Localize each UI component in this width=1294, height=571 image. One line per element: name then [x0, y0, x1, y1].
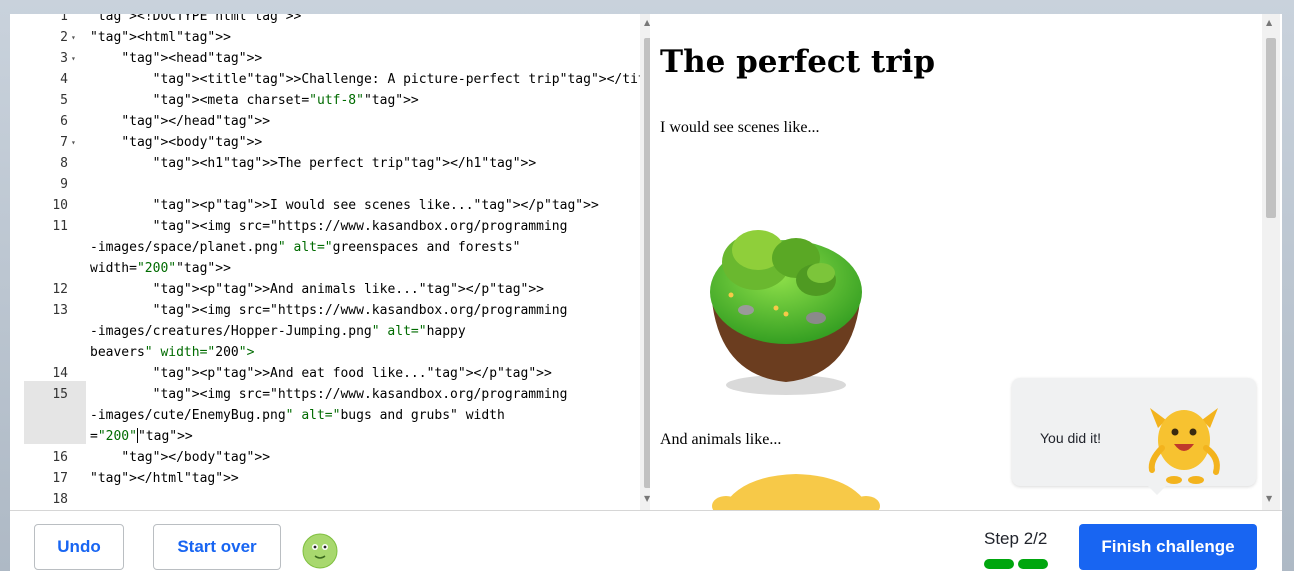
line-number: 9	[60, 177, 68, 192]
line-number: 8	[60, 156, 68, 171]
code-text[interactable]: beavers" width="200">	[90, 342, 254, 363]
code-text[interactable]: "tag"><body"tag">>	[90, 132, 262, 153]
fold-arrow-icon[interactable]: ▾	[71, 27, 76, 48]
code-text[interactable]: "tag"><!DOCTYPE html"tag">>	[90, 14, 301, 27]
step-progress-2	[1018, 559, 1048, 569]
code-text[interactable]: "tag"><title"tag">>Challenge: A picture-…	[90, 69, 660, 90]
line-number: 1	[60, 14, 68, 24]
code-text[interactable]: "tag"></html"tag">>	[90, 468, 239, 489]
code-text[interactable]: "tag"><img src="https://www.kasandbox.or…	[90, 384, 568, 405]
code-line[interactable]: -images/cute/EnemyBug.png" alt="bugs and…	[24, 405, 634, 426]
code-text[interactable]: "tag"><html"tag">>	[90, 27, 231, 48]
preview-paragraph-animals: And animals like...	[660, 431, 782, 448]
code-line[interactable]: 8 "tag"><h1"tag">>The perfect trip"tag">…	[24, 153, 634, 174]
code-text[interactable]: "tag"><p"tag">>I would see scenes like..…	[90, 195, 599, 216]
toast-message: You did it!	[1040, 430, 1101, 446]
line-number: 18	[52, 492, 68, 507]
code-line[interactable]: 2 ▾ "tag"><html"tag">>	[24, 27, 634, 48]
success-toast: You did it!	[1012, 378, 1256, 495]
hopper-image	[712, 474, 880, 510]
code-text[interactable]: "tag"><p"tag">>And animals like..."tag">…	[90, 279, 544, 300]
preview-paragraph-scenes: I would see scenes like...	[660, 119, 820, 136]
planet-image	[710, 230, 862, 395]
code-line[interactable]: 17 "tag"></html"tag">>	[24, 468, 634, 489]
code-text[interactable]: "tag"><h1"tag">>The perfect trip"tag"></…	[90, 153, 537, 174]
line-number: 15	[52, 387, 68, 402]
code-editor[interactable]: 1 "tag"><!DOCTYPE html"tag">> 2 ▾ "tag"><htm…	[24, 14, 661, 510]
code-line[interactable]: 14 "tag"><p"tag">>And eat food like..."t…	[24, 363, 634, 384]
line-number: 17	[52, 471, 68, 486]
undo-button[interactable]: Undo	[34, 524, 124, 570]
code-line[interactable]: 5 "tag"><meta charset="utf-8""tag">>	[24, 90, 634, 111]
finish-challenge-button[interactable]: Finish challenge	[1079, 524, 1257, 570]
line-number: 6	[60, 114, 68, 129]
code-text[interactable]: width="200""tag">>	[90, 258, 231, 279]
code-line[interactable]: 15 "tag"><img src="https://www.kasandbox…	[24, 384, 634, 405]
code-text[interactable]: -images/space/planet.png" alt="greenspac…	[90, 237, 520, 258]
scroll-down-icon[interactable]: ▼	[1266, 494, 1272, 503]
start-over-button[interactable]: Start over	[153, 524, 281, 570]
code-text[interactable]: "tag"></body"tag">>	[90, 447, 270, 468]
line-number: 16	[52, 450, 68, 465]
line-number: 7	[60, 135, 68, 150]
code-text[interactable]: "tag"><img src="https://www.kasandbox.or…	[90, 300, 568, 321]
code-text[interactable]: "tag"><img src="https://www.kasandbox.or…	[90, 216, 568, 237]
code-line[interactable]: 7 ▾ "tag"><body"tag">>	[24, 132, 634, 153]
line-number: 13	[52, 303, 68, 318]
line-number: 12	[52, 282, 68, 297]
code-text[interactable]: "tag"><p"tag">>And eat food like..."tag"…	[90, 363, 552, 384]
challenge-window: 1 "tag"><!DOCTYPE html"tag">> 2 ▾ "tag"><htm…	[10, 14, 1282, 571]
preview-scroll-thumb[interactable]	[1266, 38, 1276, 218]
code-text[interactable]: ="200""tag">>	[90, 426, 193, 447]
line-number: 5	[60, 93, 68, 108]
code-line[interactable]: 18	[24, 489, 634, 510]
code-line[interactable]: ="200""tag">>	[24, 426, 634, 447]
fold-arrow-icon[interactable]: ▾	[71, 48, 76, 69]
line-number: 11	[52, 219, 68, 234]
line-number: 4	[60, 72, 68, 87]
code-line[interactable]: width="200""tag">>	[24, 258, 634, 279]
preview-pane: The perfect trip I would see scenes like…	[650, 14, 1280, 510]
code-line[interactable]: beavers" width="200">	[24, 342, 634, 363]
code-line[interactable]: 16 "tag"></body"tag">>	[24, 447, 634, 468]
fold-arrow-icon[interactable]: ▾	[71, 132, 76, 153]
code-line[interactable]: 3 ▾ "tag"><head"tag">>	[24, 48, 634, 69]
code-line[interactable]: 1 "tag"><!DOCTYPE html"tag">>	[24, 14, 634, 27]
code-line[interactable]: 12 "tag"><p"tag">>And animals like..."ta…	[24, 279, 634, 300]
code-line[interactable]: 11 "tag"><img src="https://www.kasandbox…	[24, 216, 634, 237]
code-line[interactable]: -images/space/planet.png" alt="greenspac…	[24, 237, 634, 258]
code-line[interactable]: 9	[24, 174, 634, 195]
line-number: 2	[60, 30, 68, 45]
scroll-up-icon[interactable]: ▲	[1266, 18, 1272, 27]
preview-heading: The perfect trip	[660, 44, 936, 80]
code-text[interactable]: -images/cute/EnemyBug.png" alt="bugs and…	[90, 405, 505, 426]
footer-toolbar: Undo Start over Step 2/2 Finish challeng…	[10, 510, 1282, 571]
step-indicator: Step 2/2	[984, 529, 1048, 548]
step-progress-1	[984, 559, 1014, 569]
code-line[interactable]: -images/creatures/Hopper-Jumping.png" al…	[24, 321, 634, 342]
preview-scrollbar[interactable]: ▲ ▼	[1262, 14, 1280, 510]
line-number: 3	[60, 51, 68, 66]
code-text[interactable]: "tag"><meta charset="utf-8""tag">>	[90, 90, 419, 111]
line-number: 10	[52, 198, 68, 213]
avatar	[302, 533, 338, 569]
code-line[interactable]: 6 "tag"></head"tag">>	[24, 111, 634, 132]
code-line[interactable]: 4 "tag"><title"tag">>Challenge: A pictur…	[24, 69, 660, 90]
line-number: 14	[52, 366, 68, 381]
toast-tail	[1148, 486, 1166, 495]
code-line[interactable]: 10 "tag"><p"tag">>I would see scenes lik…	[24, 195, 634, 216]
code-text[interactable]: "tag"></head"tag">>	[90, 111, 270, 132]
code-text[interactable]: -images/creatures/Hopper-Jumping.png" al…	[90, 321, 466, 342]
mascot-icon	[1148, 408, 1220, 484]
code-text[interactable]: "tag"><head"tag">>	[90, 48, 262, 69]
code-line[interactable]: 13 "tag"><img src="https://www.kasandbox…	[24, 300, 634, 321]
